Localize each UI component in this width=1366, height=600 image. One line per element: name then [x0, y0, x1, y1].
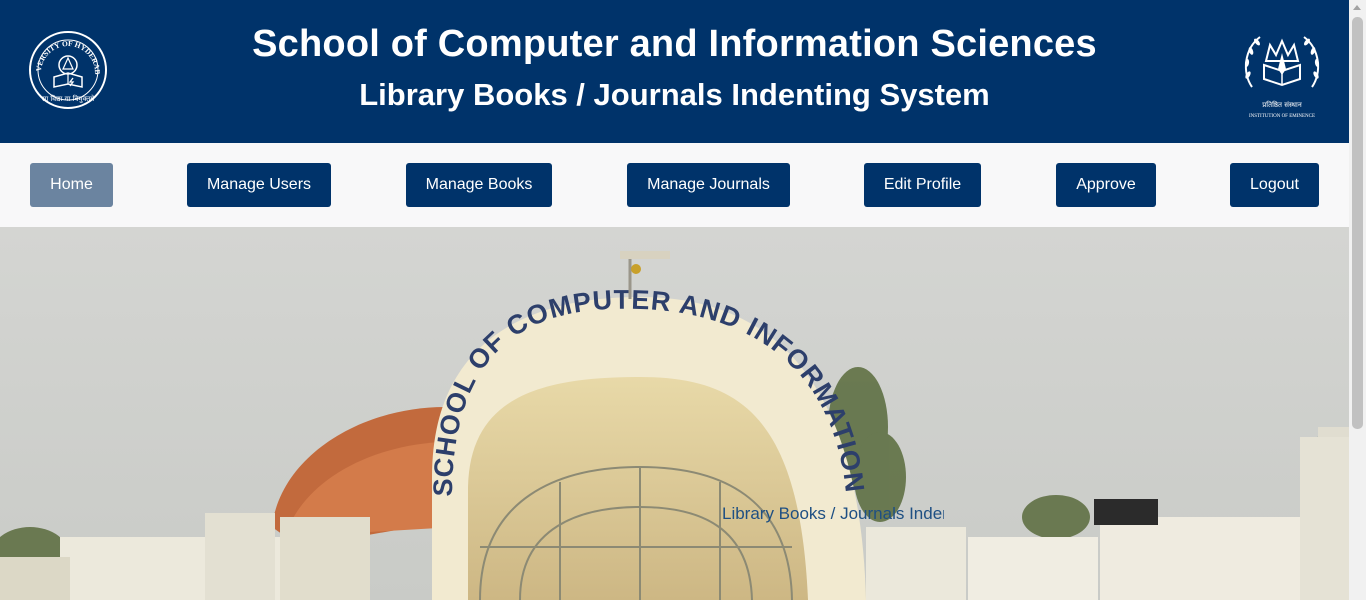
emblem-caption: INSTITUTION OF EMINENCE	[1249, 114, 1315, 119]
page: UNIVERSITY OF HYDERABAD सा विद्या या विम…	[0, 0, 1349, 600]
nav-home-button[interactable]: Home	[30, 163, 113, 207]
hero-banner: SCHOOL OF COMPUTER AND INFORMATION SCIEN…	[0, 227, 1349, 600]
emblem-hindi-caption: प्रतिष्ठित संस्थान	[1262, 100, 1302, 109]
scroll-up-arrow-icon[interactable]	[1353, 5, 1361, 10]
site-header: UNIVERSITY OF HYDERABAD सा विद्या या विम…	[0, 0, 1349, 143]
page-subtitle: Library Books / Journals Indenting Syste…	[359, 77, 990, 112]
nav-manage-journals-button[interactable]: Manage Journals	[627, 163, 790, 207]
main-navbar: Home Manage Users Manage Books Manage Jo…	[0, 143, 1349, 227]
nav-logout-button[interactable]: Logout	[1230, 163, 1319, 207]
hero-caption: Library Books / Journals Indenting Syste…	[722, 504, 944, 523]
nav-approve-button[interactable]: Approve	[1056, 163, 1156, 207]
scrollbar-thumb[interactable]	[1352, 17, 1363, 429]
page-title: School of Computer and Information Scien…	[252, 23, 1097, 65]
vertical-scrollbar[interactable]	[1349, 0, 1366, 600]
nav-edit-profile-button[interactable]: Edit Profile	[864, 163, 981, 207]
institution-of-eminence-icon[interactable]: प्रतिष्ठित संस्थान INSTITUTION OF EMINEN…	[1238, 25, 1326, 121]
nav-manage-users-button[interactable]: Manage Users	[187, 163, 331, 207]
nav-manage-books-button[interactable]: Manage Books	[406, 163, 552, 207]
hero-building-image: SCHOOL OF COMPUTER AND INFORMATION SCIEN…	[0, 227, 1349, 600]
